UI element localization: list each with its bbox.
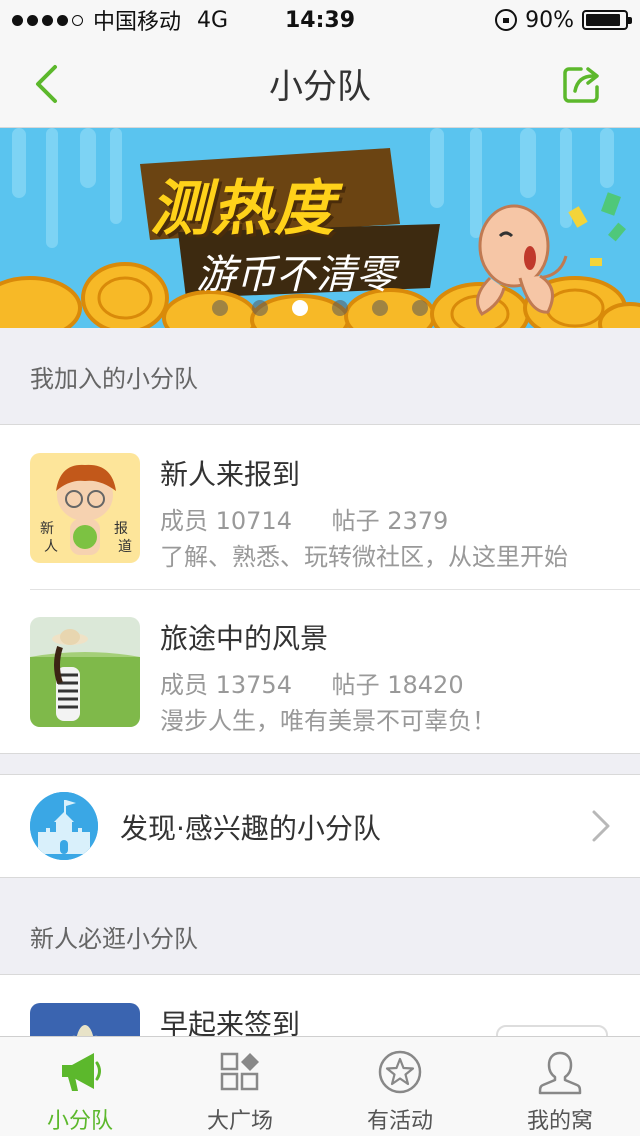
battery-percent: 90% — [525, 7, 574, 33]
group-avatar: 新 人 报 道 — [30, 453, 140, 563]
banner-subtitle: 游币不清零 — [196, 252, 396, 298]
tab-events[interactable]: 有活动 — [320, 1037, 480, 1136]
member-count: 成员 13754 — [160, 671, 292, 699]
banner-dot[interactable] — [212, 300, 228, 316]
share-button[interactable] — [560, 60, 604, 108]
tab-squad[interactable]: 小分队 — [0, 1037, 160, 1136]
joined-section-header: 我加入的小分队 — [30, 364, 198, 393]
group-stats: 成员 13754 帖子 18420 — [160, 665, 464, 700]
tab-label: 有活动 — [366, 1109, 433, 1134]
post-count: 帖子 2379 — [331, 507, 449, 535]
tab-label: 小分队 — [46, 1109, 113, 1134]
back-button[interactable] — [24, 60, 68, 108]
tab-label: 大广场 — [206, 1109, 273, 1134]
discover-card: 发现·感兴趣的小分队 — [0, 774, 640, 878]
megaphone-icon — [55, 1047, 105, 1097]
post-count: 帖子 18420 — [331, 671, 464, 699]
banner-page-dots[interactable] — [212, 300, 428, 316]
rotation-lock-icon — [495, 9, 518, 31]
svg-text:报: 报 — [114, 520, 128, 536]
banner-dot[interactable] — [372, 300, 388, 316]
group-stats: 成员 10714 帖子 2379 — [160, 501, 448, 536]
castle-icon — [30, 792, 98, 860]
group-name: 旅途中的风景 — [160, 622, 329, 655]
tab-plaza[interactable]: 大广场 — [160, 1037, 320, 1136]
group-avatar — [30, 617, 140, 727]
discover-label: 发现·感兴趣的小分队 — [120, 812, 381, 845]
recommended-section-header: 新人必逛小分队 — [30, 924, 198, 953]
chevron-right-icon — [592, 810, 610, 842]
banner-dot[interactable] — [332, 300, 348, 316]
share-icon — [563, 67, 599, 103]
svg-text:人: 人 — [44, 538, 58, 554]
signal-dots-icon — [12, 14, 83, 26]
network-label: 4G — [197, 7, 229, 33]
group-description: 了解、熟悉、玩转微社区，从这里开始 — [160, 543, 568, 571]
banner-dot[interactable] — [252, 300, 268, 316]
carrier-label: 中国移动 — [93, 10, 182, 35]
discover-groups-row[interactable]: 发现·感兴趣的小分队 — [0, 775, 640, 877]
user-icon — [535, 1047, 585, 1097]
star-icon — [375, 1047, 425, 1097]
group-row[interactable]: 旅途中的风景 成员 13754 帖子 18420 漫步人生，唯有美景不可辜负！ — [0, 589, 640, 753]
promo-banner[interactable]: 测热度 游币不清零 — [0, 128, 640, 328]
banner-dot[interactable] — [412, 300, 428, 316]
grid-icon — [215, 1047, 265, 1097]
group-name: 新人来报到 — [160, 458, 301, 491]
banner-dot[interactable] — [292, 300, 308, 316]
member-count: 成员 10714 — [160, 507, 292, 535]
svg-text:新: 新 — [40, 520, 54, 536]
back-chevron-icon — [36, 65, 57, 103]
tab-label: 我的窝 — [526, 1109, 593, 1134]
group-row[interactable]: 新 人 报 道 新人来报到 成员 10714 帖子 2379 了解、熟悉、玩转微… — [0, 425, 640, 589]
joined-groups-list: 新 人 报 道 新人来报到 成员 10714 帖子 2379 了解、熟悉、玩转微… — [0, 424, 640, 754]
battery-icon — [582, 10, 632, 30]
banner-title: 测热度 — [150, 174, 336, 244]
tab-bar: 小分队 大广场 有活动 我的窝 — [0, 1036, 640, 1136]
nav-bar: 小分队 — [0, 40, 640, 128]
status-bar: 中国移动 4G 14:39 90% — [0, 0, 640, 40]
tab-me[interactable]: 我的窝 — [480, 1037, 640, 1136]
group-description: 漫步人生，唯有美景不可辜负！ — [160, 707, 496, 735]
svg-text:道: 道 — [118, 538, 132, 554]
page-title: 小分队 — [269, 67, 371, 107]
